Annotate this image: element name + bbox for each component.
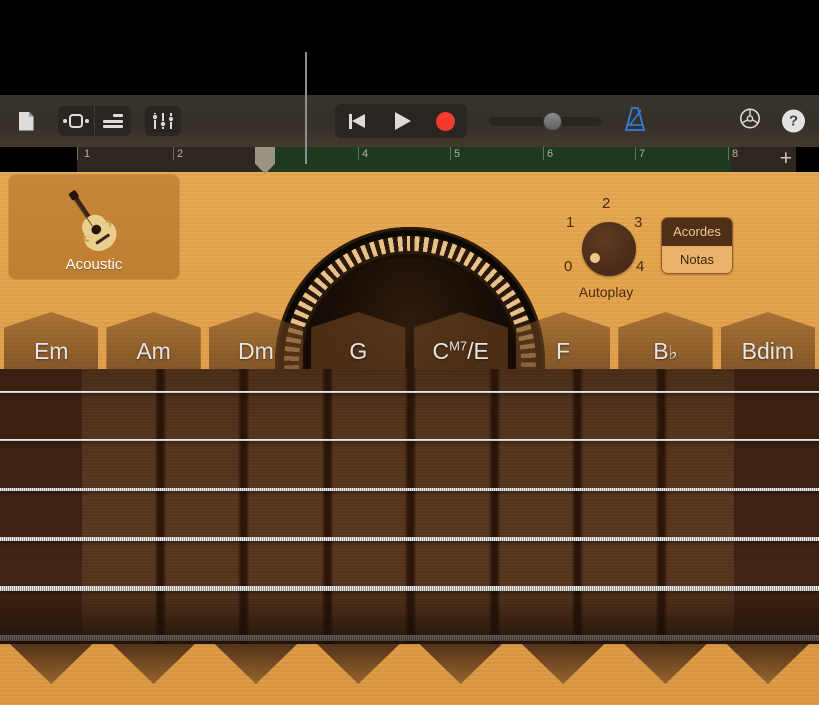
strum-zone[interactable] bbox=[0, 644, 102, 702]
guitar-string[interactable] bbox=[0, 537, 819, 541]
ruler-bar-number: 2 bbox=[177, 148, 184, 160]
autoplay-tick-3: 3 bbox=[634, 214, 643, 231]
chord-name: Em bbox=[33, 338, 69, 364]
chord-strip[interactable]: Em bbox=[0, 312, 102, 372]
settings-button[interactable] bbox=[738, 107, 762, 136]
mixer-sliders-icon bbox=[152, 113, 174, 129]
autoplay-label: Autoplay bbox=[578, 284, 634, 300]
strum-zone[interactable] bbox=[307, 644, 409, 702]
guitar-string[interactable] bbox=[0, 586, 819, 591]
chord-strip[interactable]: F bbox=[512, 312, 614, 372]
record-icon bbox=[435, 111, 455, 131]
master-volume-thumb[interactable] bbox=[543, 111, 562, 131]
autoplay-tick-2: 2 bbox=[602, 195, 611, 212]
guitar-string[interactable] bbox=[0, 439, 819, 441]
timeline-ruler[interactable]: 1 2 3 4 5 6 7 8 + bbox=[77, 147, 796, 172]
fret-line bbox=[489, 369, 500, 644]
fretboard-edge-right bbox=[734, 369, 819, 644]
autoplay-knob-indicator bbox=[590, 253, 600, 263]
acoustic-guitar-icon bbox=[68, 190, 117, 251]
mode-option-acordes[interactable]: Acordes bbox=[662, 218, 732, 246]
loop-browser-icon bbox=[63, 114, 89, 128]
chord-name: F bbox=[556, 338, 571, 364]
fret-line bbox=[656, 369, 667, 644]
loop-browser-button[interactable] bbox=[58, 106, 94, 136]
gear-icon bbox=[740, 108, 760, 129]
strum-zone-row bbox=[0, 644, 819, 702]
strum-zone[interactable] bbox=[410, 644, 512, 702]
fret-line bbox=[405, 369, 416, 644]
chord-strip[interactable]: Dm bbox=[205, 312, 307, 372]
transport-controls bbox=[335, 104, 467, 138]
autoplay-tick-0: 0 bbox=[564, 258, 573, 275]
fret-line bbox=[238, 369, 249, 644]
play-icon bbox=[394, 112, 411, 130]
mixer-button[interactable] bbox=[145, 106, 181, 136]
ruler-bar-number: 5 bbox=[454, 148, 461, 160]
autoplay-control: 2 1 3 0 4 Autoplay bbox=[560, 194, 652, 314]
play-button[interactable] bbox=[379, 104, 423, 138]
mixer-button-group bbox=[145, 106, 181, 136]
instrument-stage: Acoustic 2 1 3 0 4 Autoplay Acordes Nota… bbox=[0, 172, 819, 705]
chord-name: B♭ bbox=[653, 338, 678, 364]
instrument-selector-acoustic[interactable]: Acoustic bbox=[8, 174, 180, 280]
track-list-button[interactable] bbox=[94, 106, 131, 136]
instrument-name-label: Acoustic bbox=[65, 256, 123, 273]
window-top-area bbox=[0, 0, 819, 95]
chord-strip-row: Em Am Dm G CM7/E F B♭ Bdim bbox=[0, 312, 819, 372]
library-button[interactable] bbox=[8, 106, 44, 136]
browser-button-group bbox=[58, 106, 131, 136]
strum-zone[interactable] bbox=[717, 644, 819, 702]
cycle-range[interactable] bbox=[265, 147, 731, 172]
record-button[interactable] bbox=[423, 104, 467, 138]
guitar-string[interactable] bbox=[0, 488, 819, 491]
help-button[interactable]: ? bbox=[782, 109, 805, 133]
autoplay-tick-1: 1 bbox=[566, 214, 575, 231]
playhead-line bbox=[305, 52, 307, 164]
strum-zone[interactable] bbox=[102, 644, 204, 702]
strum-zone[interactable] bbox=[614, 644, 716, 702]
playhead-marker[interactable] bbox=[255, 147, 275, 174]
chord-strip[interactable]: G bbox=[307, 312, 409, 372]
guitar-string[interactable] bbox=[0, 635, 819, 641]
fret-line bbox=[322, 369, 333, 644]
metronome-icon bbox=[624, 106, 646, 131]
guitar-string[interactable] bbox=[0, 391, 819, 393]
fretboard-edge-left bbox=[0, 369, 82, 644]
ruler-bar-number: 4 bbox=[362, 148, 369, 160]
chord-name: Am bbox=[136, 338, 171, 364]
chord-strip[interactable]: Am bbox=[102, 312, 204, 372]
autoplay-knob[interactable] bbox=[582, 222, 636, 276]
track-list-icon bbox=[103, 114, 123, 128]
master-volume-slider[interactable] bbox=[489, 111, 601, 131]
strum-zone[interactable] bbox=[512, 644, 614, 702]
chords-notes-switch: Acordes Notas bbox=[661, 217, 733, 274]
ruler-bar-number: 8 bbox=[732, 148, 739, 160]
garageband-window: ? 1 2 3 4 5 6 7 8 + bbox=[0, 0, 819, 705]
chord-name: Dm bbox=[238, 338, 274, 364]
metronome-button[interactable] bbox=[623, 106, 647, 137]
chord-name: Bdim bbox=[741, 338, 795, 364]
chord-strip[interactable]: B♭ bbox=[614, 312, 716, 372]
fret-line bbox=[572, 369, 583, 644]
chord-strip[interactable]: Bdim bbox=[717, 312, 819, 372]
chord-strip[interactable]: CM7/E bbox=[410, 312, 512, 372]
rewind-icon bbox=[348, 113, 366, 129]
ruler-bar-number: 6 bbox=[547, 148, 554, 160]
fret-line bbox=[155, 369, 166, 644]
ruler-bar-number: 1 bbox=[84, 148, 91, 160]
control-toolbar: ? bbox=[0, 95, 819, 147]
strum-zone[interactable] bbox=[205, 644, 307, 702]
chord-name: G bbox=[349, 338, 368, 364]
rewind-button[interactable] bbox=[335, 104, 379, 138]
add-track-button[interactable]: + bbox=[780, 148, 792, 169]
guitar-fretboard[interactable] bbox=[0, 369, 819, 644]
document-icon bbox=[18, 111, 34, 131]
ruler-bar-number: 7 bbox=[639, 148, 646, 160]
chord-name: CM7/E bbox=[432, 338, 489, 364]
mode-option-notas[interactable]: Notas bbox=[662, 245, 732, 273]
autoplay-tick-4: 4 bbox=[636, 258, 645, 275]
